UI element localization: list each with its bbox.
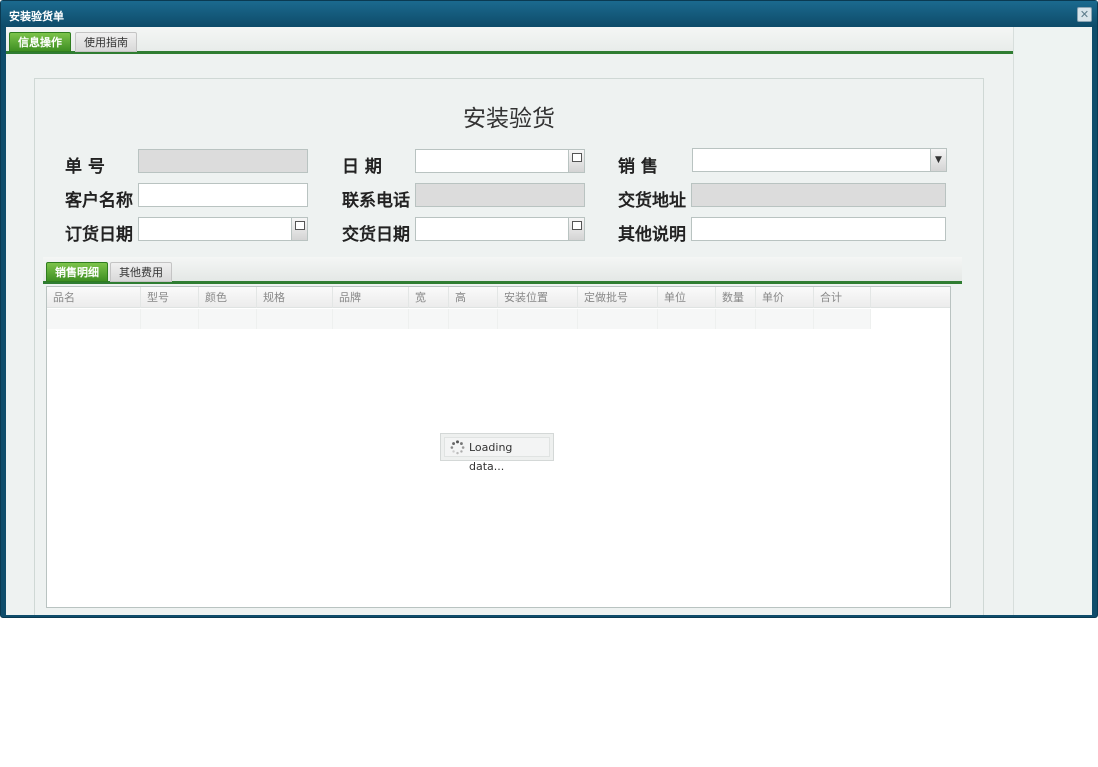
table-cell[interactable]	[449, 309, 498, 329]
calendar-icon	[572, 221, 582, 230]
order-date-field[interactable]	[138, 217, 308, 241]
table-cell[interactable]	[47, 309, 141, 329]
column-header-model[interactable]: 型号	[141, 287, 199, 308]
loading-text: Loading data...	[469, 441, 513, 473]
grid-header: 品名 型号 颜色 规格 品牌 宽 高 安装位置 定做批号 单位 数量 单价 合计	[47, 287, 950, 308]
sales-select[interactable]: ▼	[692, 148, 947, 172]
app-window: 安装验货单 ✕ 信息操作 使用指南 安装验货 单 号 日 期 销 售 ▼ 客户名…	[0, 0, 1098, 618]
delivery-address-label: 交货地址	[618, 191, 686, 211]
window-content: 信息操作 使用指南 安装验货 单 号 日 期 销 售 ▼ 客户名称 联系电话 交…	[6, 27, 1092, 615]
column-header-batch-no[interactable]: 定做批号	[578, 287, 658, 308]
column-header-unit-price[interactable]: 单价	[756, 287, 814, 308]
chevron-down-icon[interactable]: ▼	[930, 149, 946, 171]
date-picker-button[interactable]	[568, 150, 584, 172]
table-cell[interactable]	[498, 309, 578, 329]
table-cell[interactable]	[257, 309, 333, 329]
close-icon: ✕	[1079, 8, 1090, 21]
column-header-unit[interactable]: 单位	[658, 287, 716, 308]
page-title: 安装验货	[463, 106, 555, 132]
table-cell[interactable]	[578, 309, 658, 329]
table-cell[interactable]	[333, 309, 409, 329]
table-row[interactable]	[47, 309, 871, 329]
sales-detail-grid: 品名 型号 颜色 规格 品牌 宽 高 安装位置 定做批号 单位 数量 单价 合计	[46, 286, 951, 608]
tab-info-operation[interactable]: 信息操作	[9, 32, 71, 52]
other-label: 其他说明	[618, 225, 686, 245]
title-bar: 安装验货单 ✕	[1, 1, 1097, 27]
form-panel: 安装验货 单 号 日 期 销 售 ▼ 客户名称 联系电话 交货地址 订货日期 交…	[34, 78, 984, 615]
loading-mask: Loading data...	[440, 433, 554, 473]
column-header-quantity[interactable]: 数量	[716, 287, 756, 308]
table-cell[interactable]	[658, 309, 716, 329]
table-cell[interactable]	[814, 309, 871, 329]
close-button[interactable]: ✕	[1077, 7, 1092, 22]
column-header-color[interactable]: 颜色	[199, 287, 257, 308]
column-header-total[interactable]: 合计	[814, 287, 871, 308]
column-header-install-position[interactable]: 安装位置	[498, 287, 578, 308]
table-cell[interactable]	[756, 309, 814, 329]
order-no-field[interactable]	[138, 149, 308, 173]
right-panel	[1013, 27, 1092, 615]
window-title: 安装验货单	[9, 10, 64, 23]
table-cell[interactable]	[409, 309, 449, 329]
order-date-picker-button[interactable]	[291, 218, 307, 240]
column-header-height[interactable]: 高	[449, 287, 498, 308]
table-cell[interactable]	[716, 309, 756, 329]
other-field[interactable]	[691, 217, 946, 241]
column-header-spec[interactable]: 规格	[257, 287, 333, 308]
customer-field[interactable]	[138, 183, 308, 207]
calendar-icon	[572, 153, 582, 162]
table-cell[interactable]	[141, 309, 199, 329]
delivery-date-picker-button[interactable]	[568, 218, 584, 240]
column-header-name[interactable]: 品名	[47, 287, 141, 308]
top-tab-strip: 信息操作 使用指南	[6, 27, 1013, 54]
order-no-label: 单 号	[65, 157, 105, 177]
delivery-date-field[interactable]	[415, 217, 585, 241]
date-field[interactable]	[415, 149, 585, 173]
calendar-icon	[295, 221, 305, 230]
tab-sales-detail[interactable]: 销售明细	[46, 262, 108, 282]
tab-user-guide[interactable]: 使用指南	[75, 32, 137, 52]
table-cell[interactable]	[199, 309, 257, 329]
loading-box: Loading data...	[444, 437, 550, 473]
phone-label: 联系电话	[342, 191, 410, 211]
delivery-date-label: 交货日期	[342, 225, 410, 245]
sales-label: 销 售	[618, 157, 658, 177]
order-date-label: 订货日期	[65, 225, 133, 245]
column-header-width[interactable]: 宽	[409, 287, 449, 308]
column-header-brand[interactable]: 品牌	[333, 287, 409, 308]
tab-other-fees[interactable]: 其他费用	[110, 262, 172, 282]
date-label: 日 期	[342, 157, 382, 177]
delivery-address-field[interactable]	[691, 183, 946, 207]
loading-spinner-icon	[450, 440, 465, 455]
phone-field[interactable]	[415, 183, 585, 207]
customer-label: 客户名称	[65, 191, 133, 211]
detail-tab-strip: 销售明细 其他费用	[43, 257, 962, 284]
